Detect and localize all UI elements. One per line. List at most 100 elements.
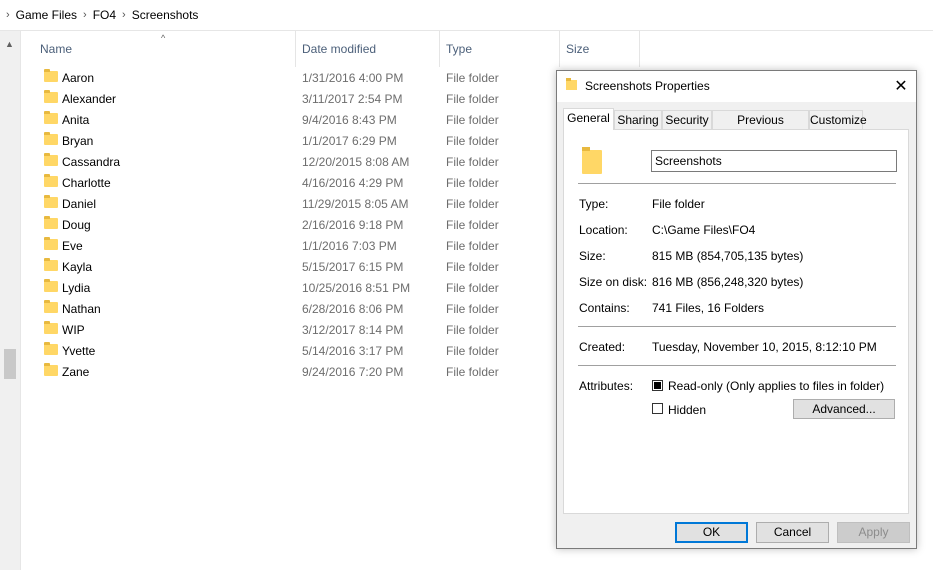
list-item[interactable]: Lydia 10/25/2016 8:51 PM File folder	[20, 278, 560, 299]
folder-icon	[44, 174, 58, 187]
tab-sharing[interactable]: Sharing	[614, 110, 662, 129]
item-date: 5/15/2017 6:15 PM	[302, 260, 404, 274]
item-type: File folder	[446, 260, 499, 274]
ok-button[interactable]: OK	[675, 522, 748, 543]
tab-customize[interactable]: Customize	[809, 110, 867, 129]
chevron-right-icon[interactable]: ›	[83, 9, 87, 21]
item-name: Alexander	[62, 92, 117, 106]
breadcrumb-item-game-files[interactable]: Game Files	[16, 8, 77, 22]
column-header-type[interactable]: Type	[440, 31, 560, 67]
item-type: File folder	[446, 155, 499, 169]
column-header-date[interactable]: Date modified	[296, 31, 440, 67]
item-name: Eve	[62, 239, 83, 253]
item-type: File folder	[446, 218, 499, 232]
list-item[interactable]: WIP 3/12/2017 8:14 PM File folder	[20, 320, 560, 341]
folder-icon	[44, 321, 58, 334]
folder-name-field[interactable]: Screenshots	[651, 150, 897, 172]
item-name: WIP	[62, 323, 85, 337]
location-value: C:\Game Files\FO4	[652, 223, 756, 237]
column-header-date-label: Date modified	[302, 42, 377, 56]
item-name: Daniel	[62, 197, 97, 211]
folder-icon	[566, 78, 577, 90]
tab-general[interactable]: General	[563, 108, 614, 130]
breadcrumb-item-fo4[interactable]: FO4	[93, 8, 116, 22]
item-date: 11/29/2015 8:05 AM	[302, 197, 409, 211]
list-item[interactable]: Zane 9/24/2016 7:20 PM File folder	[20, 362, 560, 383]
chevron-right-icon[interactable]: ›	[122, 9, 126, 21]
advanced-button[interactable]: Advanced...	[793, 399, 895, 419]
folder-icon	[44, 216, 58, 229]
list-item[interactable]: Eve 1/1/2016 7:03 PM File folder	[20, 236, 560, 257]
tab-previous-versions[interactable]: Previous Versions	[712, 110, 809, 146]
folder-icon	[44, 90, 58, 103]
item-date: 3/11/2017 2:54 PM	[302, 92, 403, 106]
hidden-checkbox[interactable]	[652, 403, 663, 414]
item-type: File folder	[446, 302, 499, 316]
cancel-button[interactable]: Cancel	[756, 522, 829, 543]
item-date: 10/25/2016 8:51 PM	[302, 281, 411, 295]
dialog-title: Screenshots Properties	[585, 79, 710, 93]
item-type: File folder	[446, 134, 499, 148]
item-type: File folder	[446, 281, 499, 295]
item-date: 12/20/2015 8:08 AM	[302, 155, 410, 169]
readonly-checkbox[interactable]	[652, 380, 663, 391]
folder-icon	[44, 69, 58, 82]
item-name: Aaron	[62, 71, 95, 85]
folder-icon	[44, 279, 58, 292]
close-icon[interactable]: ✕	[886, 71, 916, 102]
folder-icon	[44, 237, 58, 250]
tab-security[interactable]: Security	[662, 110, 712, 129]
type-label: Type:	[579, 197, 609, 211]
apply-button[interactable]: Apply	[837, 522, 910, 543]
item-type: File folder	[446, 365, 499, 379]
item-name: Doug	[62, 218, 91, 232]
created-label: Created:	[579, 340, 626, 354]
column-header-name[interactable]: Name	[34, 31, 296, 67]
list-item[interactable]: Bryan 1/1/2017 6:29 PM File folder	[20, 131, 560, 152]
scroll-up-icon[interactable]: ▲	[5, 39, 14, 49]
item-type: File folder	[446, 344, 499, 358]
list-item[interactable]: Yvette 5/14/2016 3:17 PM File folder	[20, 341, 560, 362]
item-type: File folder	[446, 323, 499, 337]
item-date: 4/16/2016 4:29 PM	[302, 176, 404, 190]
item-date: 5/14/2016 3:17 PM	[302, 344, 404, 358]
size-on-disk-label: Size on disk:	[579, 275, 648, 289]
item-date: 1/31/2016 4:00 PM	[302, 71, 404, 85]
folder-icon	[582, 147, 602, 174]
item-type: File folder	[446, 92, 499, 106]
item-name: Lydia	[62, 281, 91, 295]
column-header-name-label: Name	[40, 42, 73, 56]
breadcrumb-item-screenshots[interactable]: Screenshots	[132, 8, 199, 22]
item-name: Cassandra	[62, 155, 121, 169]
chevron-right-icon[interactable]: ›	[6, 9, 10, 21]
list-item[interactable]: Nathan 6/28/2016 8:06 PM File folder	[20, 299, 560, 320]
item-type: File folder	[446, 71, 499, 85]
dialog-titlebar[interactable]: Screenshots Properties ✕	[557, 71, 916, 102]
item-type: File folder	[446, 239, 499, 253]
list-item[interactable]: Doug 2/16/2016 9:18 PM File folder	[20, 215, 560, 236]
item-date: 1/1/2017 6:29 PM	[302, 134, 397, 148]
scrollbar-thumb[interactable]	[4, 349, 16, 379]
list-item[interactable]: Anita 9/4/2016 8:43 PM File folder	[20, 110, 560, 131]
list-item[interactable]: Daniel 11/29/2015 8:05 AM File folder	[20, 194, 560, 215]
list-item[interactable]: Cassandra 12/20/2015 8:08 AM File folder	[20, 152, 560, 173]
item-name: Zane	[62, 365, 90, 379]
folder-icon	[44, 300, 58, 313]
list-item[interactable]: Charlotte 4/16/2016 4:29 PM File folder	[20, 173, 560, 194]
readonly-label: Read-only (Only applies to files in fold…	[668, 379, 885, 393]
item-date: 1/1/2016 7:03 PM	[302, 239, 397, 253]
breadcrumb: › Game Files › FO4 › Screenshots	[0, 0, 933, 31]
list-item[interactable]: Aaron 1/31/2016 4:00 PM File folder	[20, 68, 560, 89]
size-on-disk-value: 816 MB (856,248,320 bytes)	[652, 275, 804, 289]
folder-icon	[44, 363, 58, 376]
vertical-scrollbar[interactable]: ▲	[0, 31, 21, 570]
column-header-size-label: Size	[566, 42, 590, 56]
folder-icon	[44, 111, 58, 124]
item-type: File folder	[446, 176, 499, 190]
list-item[interactable]: Kayla 5/15/2017 6:15 PM File folder	[20, 257, 560, 278]
divider	[578, 183, 896, 184]
column-header-size[interactable]: Size	[560, 31, 640, 67]
list-item[interactable]: Alexander 3/11/2017 2:54 PM File folder	[20, 89, 560, 110]
folder-icon	[44, 153, 58, 166]
